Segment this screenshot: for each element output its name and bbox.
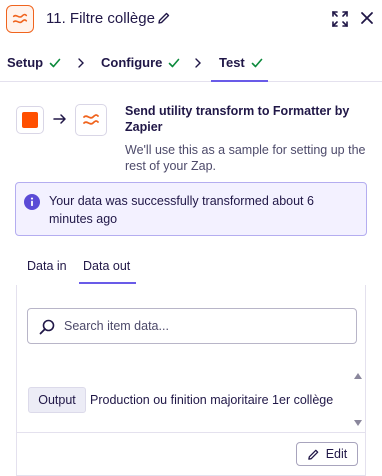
step-tabs: Setup Configure Test [0,44,382,82]
search-icon [39,319,55,335]
active-data-tab-indicator [79,282,136,284]
chevron-right-icon [78,58,84,68]
step-title[interactable]: 11. Filtre collège [46,10,155,27]
pencil-icon [307,449,319,460]
tab-setup[interactable]: Setup [7,55,61,70]
success-alert: Your data was successfully transformed a… [15,182,367,236]
formatter-app-icon [6,5,34,33]
check-icon [49,58,61,67]
tab-data-out[interactable]: Data out [83,259,130,273]
edit-button-label: Edit [325,447,348,461]
tab-data-in[interactable]: Data in [27,259,67,273]
check-icon [169,58,180,67]
active-tab-indicator [211,80,268,82]
formatter-app-icon [75,104,107,136]
close-icon[interactable] [360,11,374,25]
data-out-panel: Output Production ou finition majoritair… [16,285,366,476]
test-summary-title: Send utility transform to Formatter by Z… [125,104,350,134]
panel-divider [17,432,365,433]
output-value: Production ou finition majoritaire 1er c… [90,393,334,407]
formatter-icon [12,13,28,24]
scroll-up-arrow-icon[interactable] [354,372,362,380]
tab-configure[interactable]: Configure [101,55,180,70]
scroll-down-arrow-icon[interactable] [354,419,362,427]
expand-icon[interactable] [331,10,349,28]
check-icon [251,58,263,67]
pencil-icon[interactable] [157,11,171,25]
search-input[interactable] [64,309,344,343]
tab-test[interactable]: Test [219,55,263,70]
arrow-right-icon [53,114,66,124]
info-icon [24,194,40,210]
search-box [27,308,357,344]
test-summary-subtitle: We'll use this as a sample for setting u… [125,143,366,173]
tab-setup-label: Setup [7,55,44,70]
tab-test-label: Test [219,55,245,70]
chevron-right-icon [195,58,201,68]
edit-button[interactable]: Edit [296,442,358,466]
tab-configure-label: Configure [101,55,163,70]
alert-message: Your data was successfully transformed a… [49,194,314,226]
zapier-trigger-icon [16,106,44,134]
step-header: 11. Filtre collège [0,0,382,38]
output-key-badge: Output [28,387,86,413]
formatter-icon [83,114,99,125]
